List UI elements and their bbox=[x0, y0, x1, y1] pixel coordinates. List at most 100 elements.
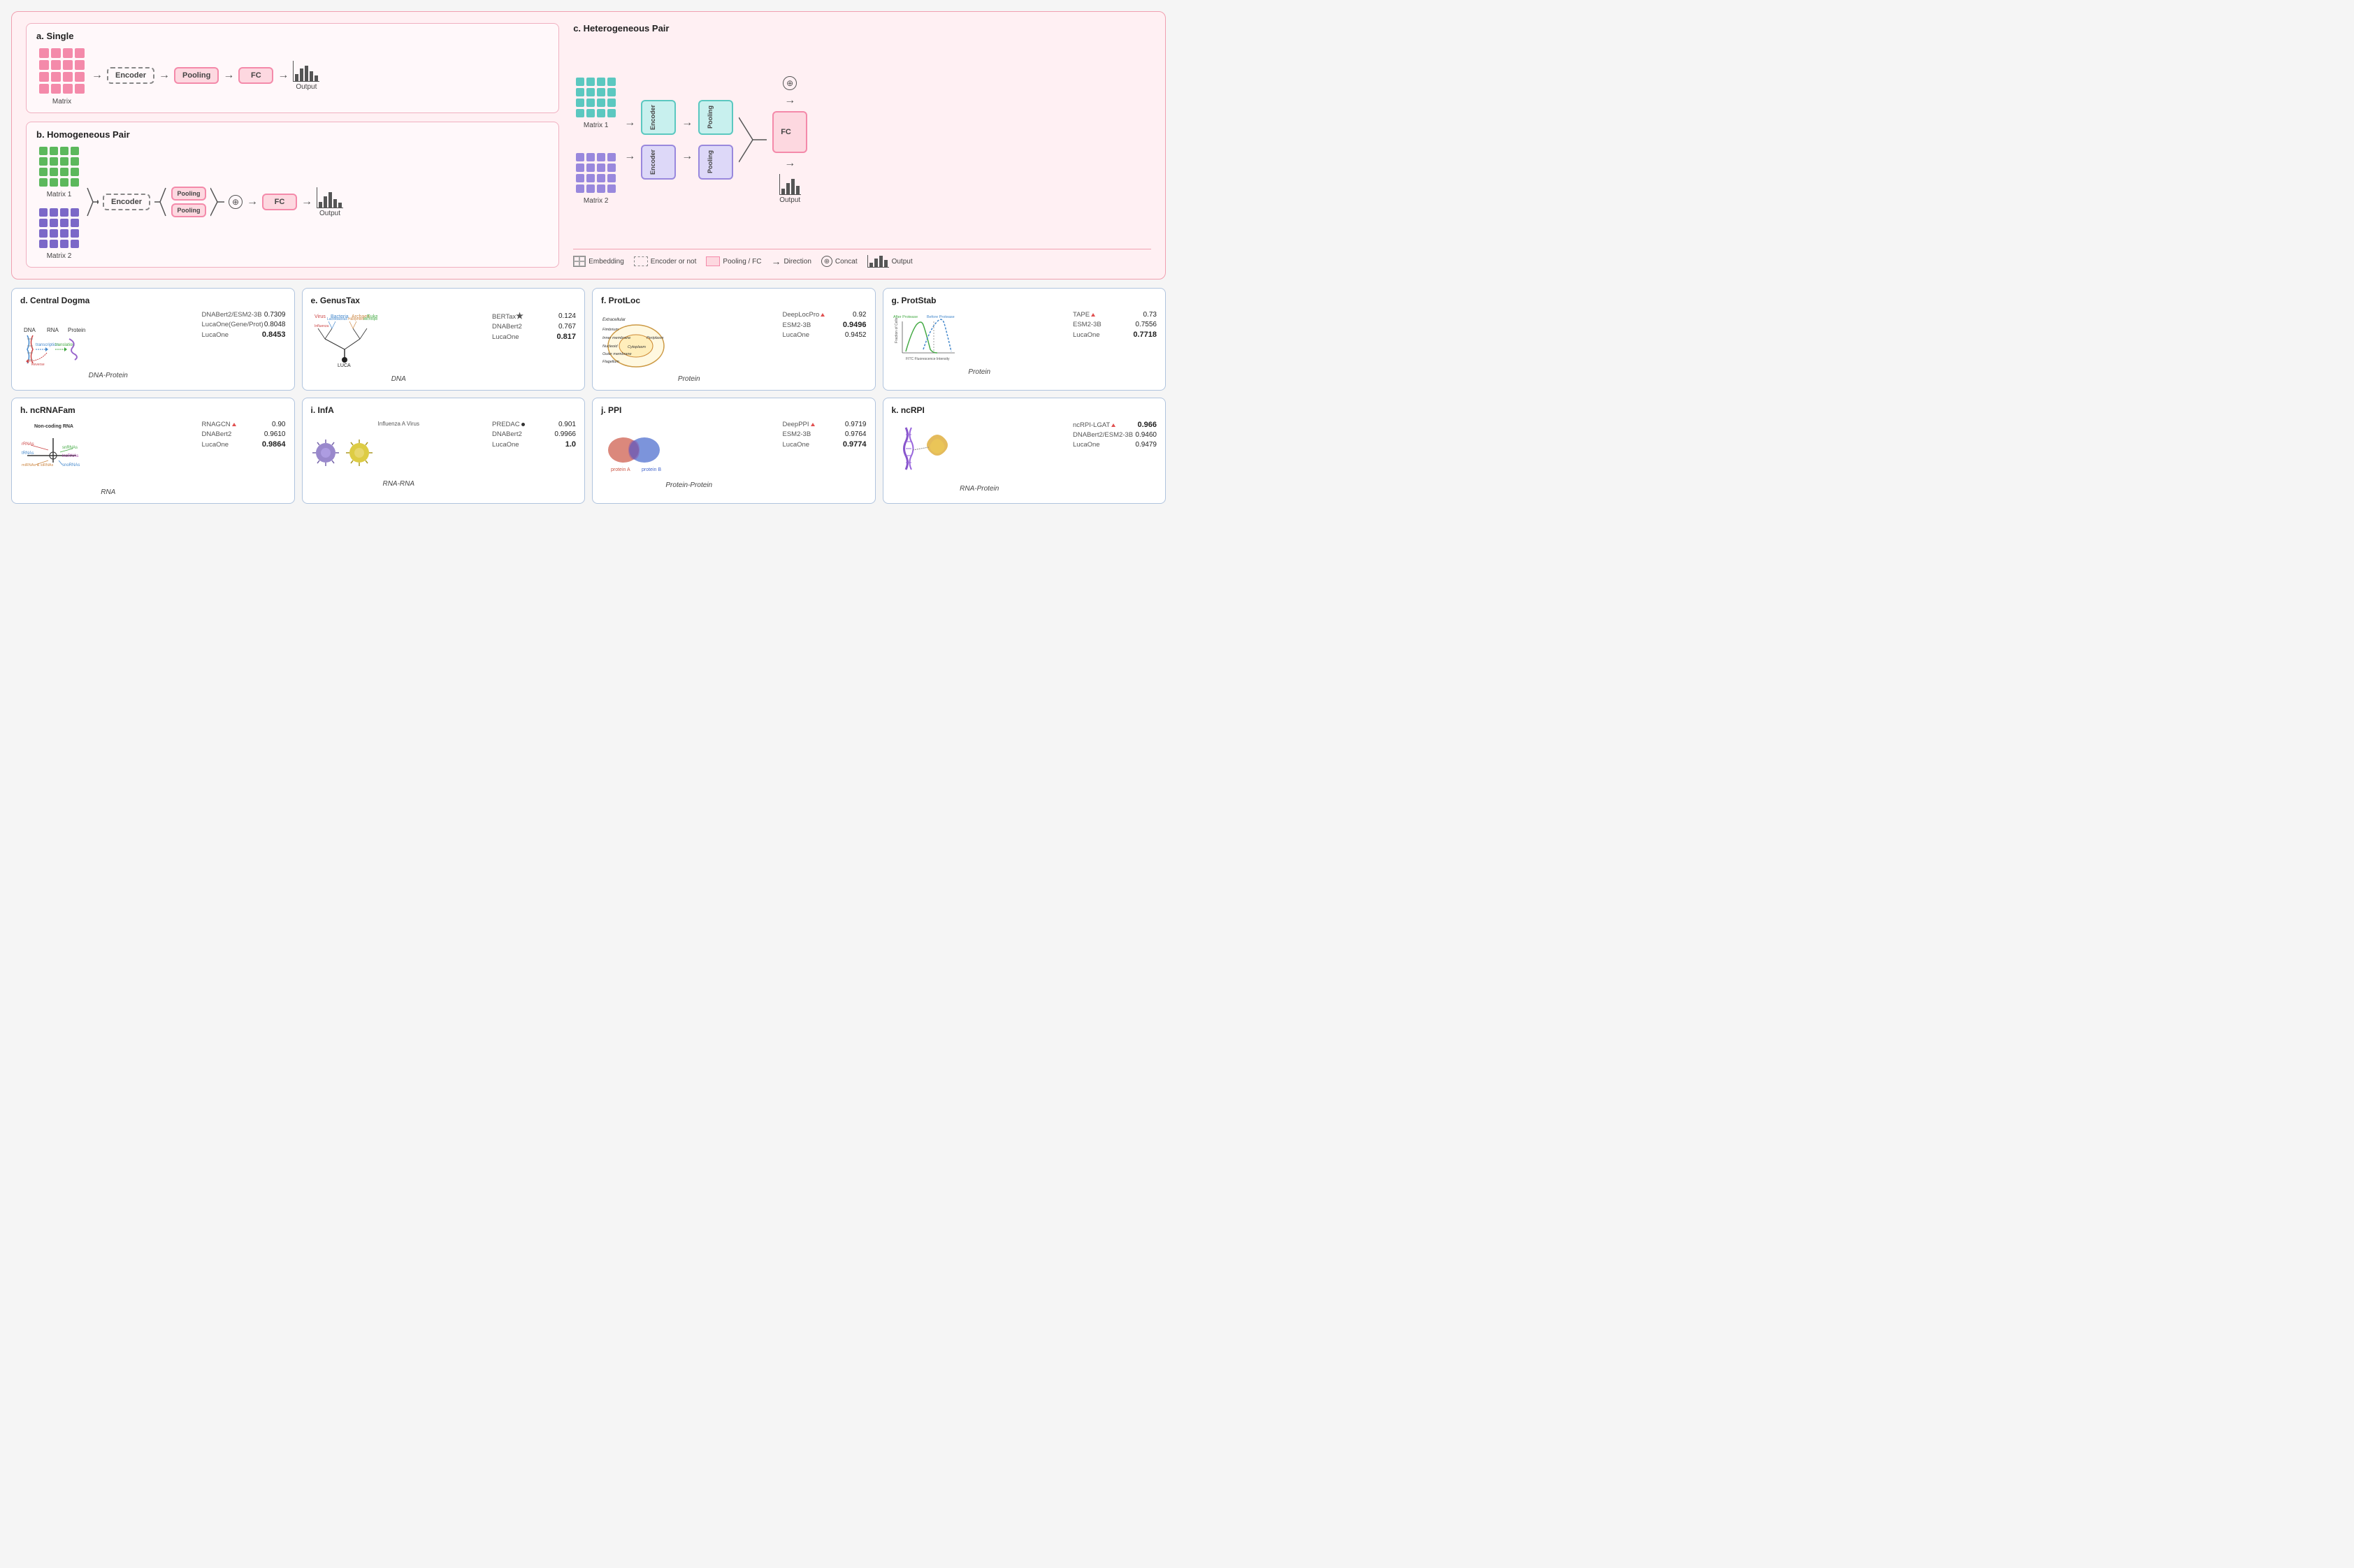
task-i-image: Influenza A Virus bbox=[311, 421, 487, 488]
pooling-box-single: Pooling bbox=[174, 67, 219, 84]
task-j-image: protein A protein B Protein-Protein bbox=[601, 421, 777, 489]
task-g-score-0: TAPE 0.73 bbox=[1073, 311, 1157, 319]
homo-matrix2-label: Matrix 2 bbox=[47, 252, 72, 260]
dna-svg: DNA RNA Protein trans bbox=[20, 311, 87, 367]
svg-text:Periplasm: Periplasm bbox=[647, 336, 664, 340]
task-k-modality: RNA-Protein bbox=[892, 485, 1068, 493]
task-e-content: Virus Bacteria Archaea Eukaryo bbox=[311, 311, 577, 383]
hetero-to-concat-arrows bbox=[739, 105, 767, 175]
homo-matrix1-label: Matrix 1 bbox=[47, 191, 72, 198]
task-j-scores: DeepPPI 0.9719 ESM2-3B 0.9764 LucaOne 0.… bbox=[783, 421, 867, 449]
hetero-arrows2: → → bbox=[681, 117, 693, 163]
hetero-grid2 bbox=[573, 150, 619, 196]
single-matrix-label: Matrix bbox=[52, 98, 71, 106]
task-k-score-2: LucaOne 0.9479 bbox=[1073, 441, 1157, 449]
legend-direction: → Direction bbox=[771, 256, 811, 267]
task-d-score-2: LucaOne 0.8453 bbox=[202, 331, 286, 339]
task-j-label-2: LucaOne bbox=[783, 441, 810, 449]
task-g-value-2: 0.7718 bbox=[1133, 331, 1157, 339]
fc-box-single: FC bbox=[238, 67, 273, 84]
svg-text:Cytoplasm: Cytoplasm bbox=[628, 345, 646, 349]
svg-text:Microsporidia: Microsporidia bbox=[363, 317, 377, 321]
single-panel: a. Single Matrix → Encoder → Po bbox=[26, 23, 559, 113]
task-e-value-1: 0.767 bbox=[558, 323, 576, 331]
svg-text:Lactobacillus: Lactobacillus bbox=[327, 317, 347, 321]
encoder-box-single: Encoder bbox=[107, 67, 154, 84]
output-bars-single bbox=[293, 61, 319, 82]
task-e-title: e. GenusTax bbox=[311, 296, 577, 305]
task-h-content: Non-coding RNA rRNAs tRNAs snRNAs l bbox=[20, 421, 286, 496]
arrow3: → bbox=[223, 69, 234, 82]
pooling2: Pooling bbox=[171, 203, 206, 217]
task-j-label-1: ESM2-3B bbox=[783, 430, 811, 438]
task-k-content: RNA-Protein ncRPI-LGAT 0.966 DNABert2/ES… bbox=[892, 421, 1157, 493]
homo-matrix1: Matrix 1 bbox=[36, 144, 82, 198]
homo-fork-arrow2 bbox=[154, 181, 167, 223]
task-i-title: i. InfA bbox=[311, 405, 577, 415]
task-e-label-2: LucaOne bbox=[492, 333, 519, 341]
hetero-poolings: Pooling Pooling bbox=[698, 100, 733, 180]
task-k-scores: ncRPI-LGAT 0.966 DNABert2/ESM2-3B 0.9460… bbox=[1073, 421, 1157, 449]
single-matrix: Matrix bbox=[36, 45, 87, 106]
task-f-value-1: 0.9496 bbox=[843, 321, 867, 329]
task-k-score-1: DNABert2/ESM2-3B 0.9460 bbox=[1073, 431, 1157, 439]
single-diagram: Matrix → Encoder → Pooling → FC → bbox=[36, 45, 549, 106]
homo-matrix2: Matrix 2 bbox=[36, 205, 82, 260]
task-f-modality: Protein bbox=[601, 375, 777, 383]
task-i-content: Influenza A Virus bbox=[311, 421, 577, 488]
svg-text:rRNAs: rRNAs bbox=[22, 442, 34, 447]
legend: Embedding Encoder or not Pooling / FC → … bbox=[573, 249, 1151, 268]
hetero-arrow1: → bbox=[624, 117, 635, 129]
svg-text:RNA: RNA bbox=[47, 327, 59, 333]
task-i-value-0: 0.901 bbox=[558, 421, 576, 428]
encoder-box-homo: Encoder bbox=[103, 194, 150, 210]
task-d-scores: DNABert2/ESM2-3B 0.7309 LucaOne(Gene/Pro… bbox=[202, 311, 286, 339]
arrow-homo-out: → bbox=[301, 196, 312, 208]
ppi-svg: protein A protein B bbox=[601, 421, 667, 477]
legend-embedding: Embedding bbox=[573, 256, 624, 267]
svg-text:Before Protease: Before Protease bbox=[927, 315, 955, 319]
task-d-score-1: LucaOne(Gene/Prot) 0.8048 bbox=[202, 321, 286, 328]
task-j-score-0: DeepPPI 0.9719 bbox=[783, 421, 867, 428]
task-e-scores: BERTax★ 0.124 DNABert2 0.767 LucaOne 0.8… bbox=[492, 311, 576, 341]
arrow-hetero-out: → bbox=[784, 157, 795, 170]
hetero-matrix2-label: Matrix 2 bbox=[584, 197, 609, 205]
task-j-score-2: LucaOne 0.9774 bbox=[783, 440, 867, 449]
homo-label: b. Homogeneous Pair bbox=[36, 129, 549, 140]
task-d-content: DNA RNA Protein trans bbox=[20, 311, 286, 379]
svg-text:Protein: Protein bbox=[68, 327, 85, 333]
legend-concat: ⊕ Concat bbox=[821, 256, 858, 267]
task-f-title: f. ProtLoc bbox=[601, 296, 867, 305]
task-j-value-1: 0.9764 bbox=[845, 430, 867, 438]
task-i-caption: Influenza A Virus bbox=[311, 421, 487, 427]
task-f-value-0: 0.92 bbox=[853, 311, 866, 319]
virus-illustration bbox=[311, 428, 374, 477]
hetero-panel: c. Heterogeneous Pair Matrix 1 bbox=[573, 23, 1151, 268]
task-f-label-2: LucaOne bbox=[783, 331, 810, 339]
hetero-encoders: Encoder Encoder bbox=[641, 100, 676, 180]
task-k-score-0: ncRPI-LGAT 0.966 bbox=[1073, 421, 1157, 429]
svg-text:protein B: protein B bbox=[642, 467, 661, 472]
encoder-purple: Encoder bbox=[641, 145, 676, 180]
task-k-value-1: 0.9460 bbox=[1135, 431, 1157, 439]
task-f-content: Extracellular Fimbrium Inner membrane Nu… bbox=[601, 311, 867, 383]
task-e-score-2: LucaOne 0.817 bbox=[492, 333, 576, 341]
task-j-modality: Protein-Protein bbox=[601, 481, 777, 489]
arrow4: → bbox=[277, 69, 289, 82]
task-h-score-2: LucaOne 0.9864 bbox=[202, 440, 286, 449]
task-h-value-2: 0.9864 bbox=[262, 440, 286, 449]
task-card-e: e. GenusTax Virus Bacteria Archaea Eukar… bbox=[302, 288, 586, 391]
task-cards-section: d. Central Dogma DNA RNA Protein bbox=[11, 288, 1166, 504]
svg-text:translation: translation bbox=[55, 343, 75, 347]
task-h-label-2: LucaOne bbox=[202, 441, 229, 449]
hetero-right: ⊕ → FC → Output bbox=[772, 76, 807, 204]
svg-text:Nucleoid: Nucleoid bbox=[602, 344, 618, 349]
task-g-label-2: LucaOne bbox=[1073, 331, 1100, 339]
task-g-modality: Protein bbox=[892, 368, 1068, 376]
legend-direction-arrow: → bbox=[771, 256, 781, 267]
homo-to-concat bbox=[210, 181, 224, 223]
phylo-svg: Virus Bacteria Archaea Eukaryo bbox=[311, 311, 377, 370]
task-e-image: Virus Bacteria Archaea Eukaryo bbox=[311, 311, 487, 383]
hetero-matrices: Matrix 1 Matrix 2 bbox=[573, 75, 619, 205]
legend-embedding-label: Embedding bbox=[588, 258, 624, 266]
